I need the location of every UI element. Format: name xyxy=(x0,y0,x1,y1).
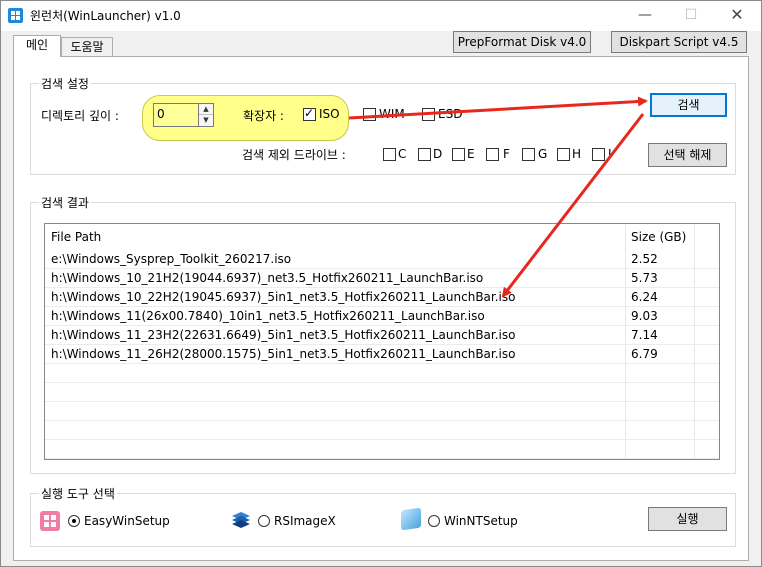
depth-spin-buttons[interactable]: ▲ ▼ xyxy=(198,103,214,127)
table-row-empty xyxy=(45,364,719,383)
file-path-cell: h:\Windows_10_21H2(19044.6937)_net3.5_Ho… xyxy=(51,271,484,285)
drive-f-label: F xyxy=(503,147,510,161)
winntsetup-label: WinNTSetup xyxy=(444,514,518,528)
table-row-empty xyxy=(45,421,719,440)
winntsetup-radio[interactable] xyxy=(428,515,440,527)
table-row[interactable]: h:\Windows_10_21H2(19044.6937)_net3.5_Ho… xyxy=(45,269,719,288)
drive-i-label: I xyxy=(608,147,612,161)
easywinsetup-icon xyxy=(40,511,60,531)
search-button[interactable]: 검색 xyxy=(650,93,727,117)
table-row[interactable]: h:\Windows_11(26x00.7840)_10in1_net3.5_H… xyxy=(45,307,719,326)
file-path-cell: e:\Windows_Sysprep_Toolkit_260217.iso xyxy=(51,252,292,266)
results-table[interactable]: File Path Size (GB) e:\Windows_Sysprep_T… xyxy=(44,223,720,460)
drive-d-checkbox[interactable] xyxy=(418,148,431,161)
drive-g-checkbox[interactable] xyxy=(522,148,535,161)
window-title: 윈런처(WinLauncher) v1.0 xyxy=(30,9,181,23)
prepformat-disk-button[interactable]: PrepFormat Disk v4.0 xyxy=(453,31,591,53)
drive-h-checkbox[interactable] xyxy=(557,148,570,161)
rsimagex-label: RSImageX xyxy=(274,514,336,528)
search-settings-group: 검색 설정 xyxy=(30,75,736,175)
title-bar[interactable]: 윈런처(WinLauncher) v1.0 — ☐ ✕ xyxy=(1,1,761,31)
table-row[interactable]: h:\Windows_11_26H2(28000.1575)_5in1_net3… xyxy=(45,345,719,364)
column-header-size[interactable]: Size (GB) xyxy=(631,230,686,244)
close-button[interactable]: ✕ xyxy=(714,1,760,31)
size-cell: 5.73 xyxy=(631,271,658,285)
drive-c-checkbox[interactable] xyxy=(383,148,396,161)
windows-logo-icon xyxy=(8,8,23,23)
file-path-cell: h:\Windows_11_23H2(22631.6649)_5in1_net3… xyxy=(51,328,516,342)
rsimagex-radio[interactable] xyxy=(258,515,270,527)
size-cell: 6.79 xyxy=(631,347,658,361)
easywinsetup-radio[interactable] xyxy=(68,515,80,527)
depth-spin-input[interactable]: 0 xyxy=(153,103,199,127)
minimize-button[interactable]: — xyxy=(622,1,668,31)
deselect-button[interactable]: 선택 해제 xyxy=(648,143,727,167)
easywinsetup-label: EasyWinSetup xyxy=(84,514,170,528)
file-path-cell: h:\Windows_11_26H2(28000.1575)_5in1_net3… xyxy=(51,347,516,361)
extension-label: 확장자 : xyxy=(243,109,284,123)
size-cell: 7.14 xyxy=(631,328,658,342)
esd-checkbox-label: ESD xyxy=(438,107,463,121)
diskpart-script-button[interactable]: Diskpart Script v4.5 xyxy=(611,31,747,53)
table-row-empty xyxy=(45,440,719,459)
table-row[interactable]: e:\Windows_Sysprep_Toolkit_260217.iso 2.… xyxy=(45,250,719,269)
table-header: File Path Size (GB) xyxy=(45,224,719,250)
column-header-file-path[interactable]: File Path xyxy=(51,230,101,244)
depth-label: 디렉토리 깊이 : xyxy=(41,109,119,123)
drive-h-label: H xyxy=(572,147,582,161)
size-cell: 2.52 xyxy=(631,252,658,266)
wim-checkbox-label: WIM xyxy=(379,107,405,121)
run-button[interactable]: 실행 xyxy=(648,507,727,531)
exclude-drives-label: 검색 제외 드라이브 : xyxy=(242,148,346,162)
esd-checkbox[interactable] xyxy=(422,108,435,121)
rsimagex-icon xyxy=(230,509,252,529)
tool-selection-title: 실행 도구 선택 xyxy=(39,485,117,502)
file-path-cell: h:\Windows_11(26x00.7840)_10in1_net3.5_H… xyxy=(51,309,485,323)
spin-down-icon[interactable]: ▼ xyxy=(199,115,213,126)
drive-e-label: E xyxy=(467,147,475,161)
drive-g-label: G xyxy=(538,147,548,161)
drive-i-checkbox[interactable] xyxy=(592,148,605,161)
table-row-empty xyxy=(45,383,719,402)
size-cell: 6.24 xyxy=(631,290,658,304)
file-path-cell: h:\Windows_10_22H2(19045.6937)_5in1_net3… xyxy=(51,290,516,304)
maximize-button[interactable]: ☐ xyxy=(668,1,714,31)
spin-up-icon[interactable]: ▲ xyxy=(199,104,213,115)
drive-d-label: D xyxy=(433,147,443,161)
tab-help[interactable]: 도움말 xyxy=(61,37,113,57)
drive-e-checkbox[interactable] xyxy=(452,148,465,161)
table-row-empty xyxy=(45,402,719,421)
iso-checkbox[interactable] xyxy=(303,106,316,121)
search-results-title: 검색 결과 xyxy=(39,194,91,211)
app-window: 윈런처(WinLauncher) v1.0 — ☐ ✕ 메인 도움말 PrepF… xyxy=(0,0,762,567)
drive-f-checkbox[interactable] xyxy=(486,148,499,161)
drive-c-label: C xyxy=(398,147,407,161)
iso-checkbox-label: ISO xyxy=(319,107,340,121)
table-row[interactable]: h:\Windows_11_23H2(22631.6649)_5in1_net3… xyxy=(45,326,719,345)
size-cell: 9.03 xyxy=(631,309,658,323)
winntsetup-icon xyxy=(401,507,421,531)
wim-checkbox[interactable] xyxy=(363,108,376,121)
search-settings-title: 검색 설정 xyxy=(39,75,91,92)
tab-main[interactable]: 메인 xyxy=(13,35,61,57)
table-row[interactable]: h:\Windows_10_22H2(19045.6937)_5in1_net3… xyxy=(45,288,719,307)
main-tab-panel: 검색 설정 디렉토리 깊이 : 0 ▲ ▼ 확장자 : ISO WIM ESD … xyxy=(13,56,749,561)
